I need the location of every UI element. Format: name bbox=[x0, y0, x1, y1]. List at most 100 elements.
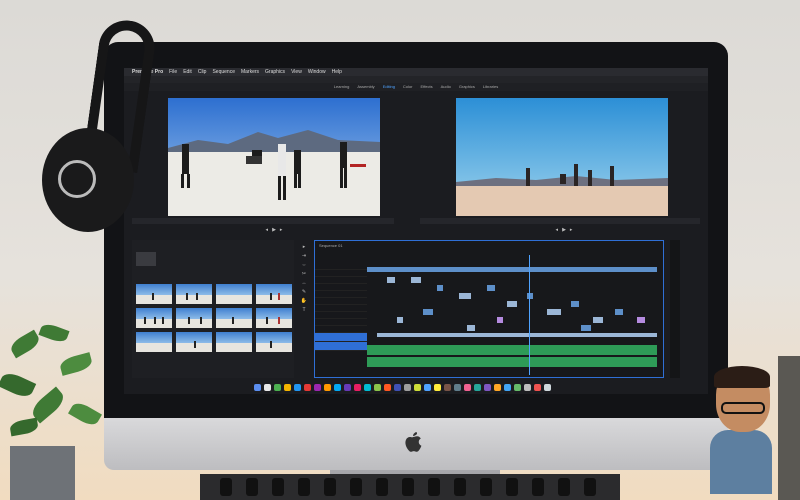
program-monitor-frame[interactable] bbox=[456, 98, 668, 216]
audio-clip[interactable] bbox=[367, 345, 657, 355]
timeline-clip[interactable] bbox=[467, 325, 475, 331]
dock-app-icon[interactable] bbox=[384, 383, 391, 391]
play-icon[interactable]: ▶ bbox=[272, 227, 276, 233]
dock-app-icon[interactable] bbox=[344, 383, 351, 391]
pen-tool-icon[interactable]: ✎ bbox=[302, 289, 306, 295]
timeline-clip[interactable] bbox=[571, 301, 579, 307]
workspace-assembly[interactable]: Assembly bbox=[357, 83, 374, 91]
dock-app-icon[interactable] bbox=[404, 383, 411, 391]
clip-thumbnail[interactable] bbox=[216, 284, 252, 304]
dock-app-icon[interactable] bbox=[334, 383, 341, 391]
dock-app-icon[interactable] bbox=[414, 383, 421, 391]
dock-app-icon[interactable] bbox=[454, 383, 461, 391]
timeline-clip[interactable] bbox=[593, 317, 603, 323]
timeline-clip[interactable] bbox=[507, 301, 517, 307]
clip-thumbnail[interactable] bbox=[176, 284, 212, 304]
dock-app-icon[interactable] bbox=[284, 383, 291, 391]
menu-graphics[interactable]: Graphics bbox=[265, 69, 285, 75]
timeline-clip[interactable] bbox=[411, 277, 421, 283]
track-header[interactable] bbox=[315, 298, 367, 305]
clip-thumbnail[interactable] bbox=[136, 308, 172, 328]
timeline-clip[interactable] bbox=[459, 293, 471, 299]
dock-app-icon[interactable] bbox=[294, 383, 301, 391]
clip-thumbnail[interactable] bbox=[256, 308, 292, 328]
menu-window[interactable]: Window bbox=[308, 69, 326, 75]
workspace-libraries[interactable]: Libraries bbox=[483, 83, 498, 91]
dock-app-icon[interactable] bbox=[464, 383, 471, 391]
selection-tool-icon[interactable]: ▸ bbox=[303, 244, 306, 250]
timeline-clip[interactable] bbox=[377, 333, 657, 337]
timeline-clip[interactable] bbox=[497, 317, 503, 323]
clip-thumbnail[interactable] bbox=[256, 284, 292, 304]
track-header[interactable] bbox=[315, 263, 367, 270]
dock-app-icon[interactable] bbox=[444, 383, 451, 391]
step-forward-icon[interactable]: ▸ bbox=[280, 227, 283, 233]
workspace-editing[interactable]: Editing bbox=[383, 83, 395, 91]
dock-app-icon[interactable] bbox=[494, 383, 501, 391]
dock-app-icon[interactable] bbox=[514, 383, 521, 391]
dock-app-icon[interactable] bbox=[364, 383, 371, 391]
menu-edit[interactable]: Edit bbox=[183, 69, 192, 75]
dock-app-icon[interactable] bbox=[304, 383, 311, 391]
menu-file[interactable]: File bbox=[169, 69, 177, 75]
track-header[interactable] bbox=[315, 312, 367, 319]
dock-app-icon[interactable] bbox=[474, 383, 481, 391]
ripple-edit-icon[interactable]: ⇔ bbox=[302, 262, 307, 268]
dock-app-icon[interactable] bbox=[324, 383, 331, 391]
dock-app-icon[interactable] bbox=[524, 383, 531, 391]
program-play-icon[interactable]: ▶ bbox=[562, 227, 566, 233]
program-step-back-icon[interactable]: ◂ bbox=[556, 227, 559, 233]
step-back-icon[interactable]: ◂ bbox=[266, 227, 269, 233]
track-header[interactable] bbox=[315, 291, 367, 298]
dock-app-icon[interactable] bbox=[274, 383, 281, 391]
track-header[interactable] bbox=[315, 333, 367, 342]
program-transport-controls[interactable]: ◂ ▶ ▸ bbox=[504, 226, 624, 234]
timeline-clip[interactable] bbox=[547, 309, 561, 315]
menu-clip[interactable]: Clip bbox=[198, 69, 207, 75]
timeline-clip[interactable] bbox=[423, 309, 433, 315]
workspace-audio[interactable]: Audio bbox=[441, 83, 451, 91]
menu-help[interactable]: Help bbox=[332, 69, 342, 75]
trash-icon[interactable] bbox=[544, 383, 551, 391]
clip-thumbnail[interactable] bbox=[176, 308, 212, 328]
track-header[interactable] bbox=[315, 277, 367, 284]
dock-app-icon[interactable] bbox=[534, 383, 541, 391]
timeline-title[interactable]: Sequence 01 bbox=[315, 241, 663, 250]
razor-tool-icon[interactable]: ✂ bbox=[302, 271, 306, 277]
dock-app-icon[interactable] bbox=[504, 383, 511, 391]
timeline-clip[interactable] bbox=[581, 325, 591, 331]
dock-app-icon[interactable] bbox=[394, 383, 401, 391]
clip-thumbnail[interactable] bbox=[176, 332, 212, 352]
dock-app-icon[interactable] bbox=[424, 383, 431, 391]
timeline-clip[interactable] bbox=[615, 309, 623, 315]
slip-tool-icon[interactable]: ↔ bbox=[302, 280, 307, 286]
menu-markers[interactable]: Markers bbox=[241, 69, 259, 75]
clip-thumbnail[interactable] bbox=[136, 332, 172, 352]
audio-clip[interactable] bbox=[367, 357, 657, 367]
timeline-clip[interactable] bbox=[387, 277, 395, 283]
type-tool-icon[interactable]: T bbox=[302, 307, 305, 313]
track-header[interactable] bbox=[315, 319, 367, 326]
dock-app-icon[interactable] bbox=[484, 383, 491, 391]
track-select-icon[interactable]: ⇥ bbox=[302, 253, 306, 259]
timeline-clip[interactable] bbox=[487, 285, 495, 291]
clip-thumbnail[interactable] bbox=[216, 332, 252, 352]
dock-app-icon[interactable] bbox=[264, 383, 271, 391]
dock-app-icon[interactable] bbox=[354, 383, 361, 391]
menu-sequence[interactable]: Sequence bbox=[212, 69, 235, 75]
program-step-forward-icon[interactable]: ▸ bbox=[570, 227, 573, 233]
hand-tool-icon[interactable]: ✋ bbox=[301, 298, 307, 304]
timeline-clip[interactable] bbox=[527, 293, 533, 299]
timeline-clip[interactable] bbox=[367, 267, 657, 272]
clip-thumbnail[interactable] bbox=[136, 284, 172, 304]
clip-thumbnail[interactable] bbox=[216, 308, 252, 328]
track-header[interactable] bbox=[315, 342, 367, 351]
workspace-color[interactable]: Color bbox=[403, 83, 413, 91]
dock-app-icon[interactable] bbox=[374, 383, 381, 391]
menu-view[interactable]: View bbox=[291, 69, 302, 75]
timeline-tracks[interactable] bbox=[367, 255, 661, 375]
playhead[interactable] bbox=[529, 255, 530, 375]
timeline-clip[interactable] bbox=[437, 285, 443, 291]
workspace-learning[interactable]: Learning bbox=[334, 83, 350, 91]
source-monitor-frame[interactable] bbox=[168, 98, 380, 216]
